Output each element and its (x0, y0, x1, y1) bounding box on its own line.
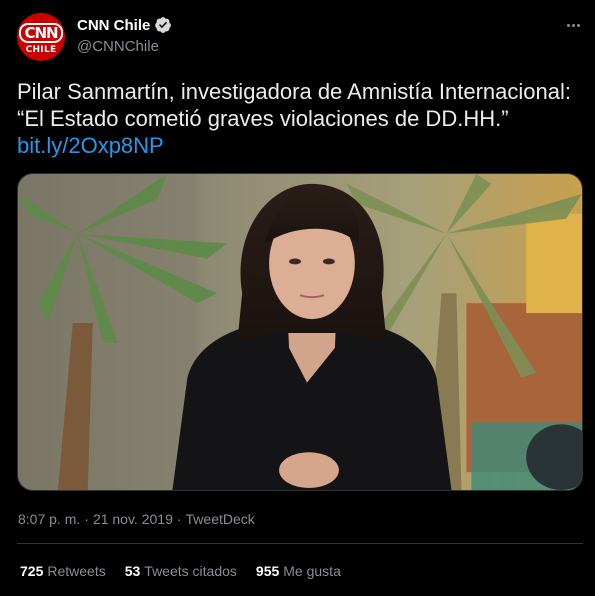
likes-label: Me gusta (283, 563, 341, 579)
author-handle[interactable]: @CNNChile (77, 38, 159, 55)
retweets-stat[interactable]: 725 Retweets (20, 563, 106, 579)
likes-stat[interactable]: 955 Me gusta (256, 563, 341, 579)
tweet-text: Pilar Sanmartín, investigadora de Amnist… (17, 78, 582, 159)
tweet-source[interactable]: TweetDeck (186, 511, 255, 527)
display-name[interactable]: CNN Chile (77, 17, 150, 34)
likes-count: 955 (255, 563, 280, 579)
tweet-media-image[interactable] (17, 173, 583, 491)
tweet-meta: 8:07 p. m. · 21 nov. 2019 · TweetDeck (18, 511, 255, 527)
avatar-cnn-text: CNN (19, 22, 63, 43)
tweet-time[interactable]: 8:07 p. m. (18, 511, 80, 527)
quotes-count: 53 (124, 563, 141, 579)
retweets-label: Retweets (47, 563, 106, 579)
more-options-button[interactable] (562, 14, 584, 36)
author-name-row[interactable]: CNN Chile (77, 16, 172, 34)
more-horizontal-icon (566, 23, 570, 27)
tweet-date[interactable]: 21 nov. 2019 (93, 511, 173, 527)
avatar-chile-text: CHILE (25, 44, 57, 55)
quotes-stat[interactable]: 53 Tweets citados (125, 563, 237, 579)
quotes-label: Tweets citados (144, 563, 237, 579)
divider (17, 543, 583, 544)
tweet-link[interactable]: bit.ly/2Oxp8NP (17, 133, 164, 158)
verified-badge-icon (154, 16, 172, 34)
tweet-body: Pilar Sanmartín, investigadora de Amnist… (17, 79, 571, 131)
tweet-stats: 725 Retweets 53 Tweets citados 955 Me gusta (20, 563, 341, 579)
meta-separator: · (84, 511, 89, 527)
meta-separator: · (176, 511, 182, 527)
media-photo (18, 174, 582, 490)
avatar[interactable]: CNN CHILE (17, 13, 65, 61)
retweets-count: 725 (20, 563, 44, 579)
